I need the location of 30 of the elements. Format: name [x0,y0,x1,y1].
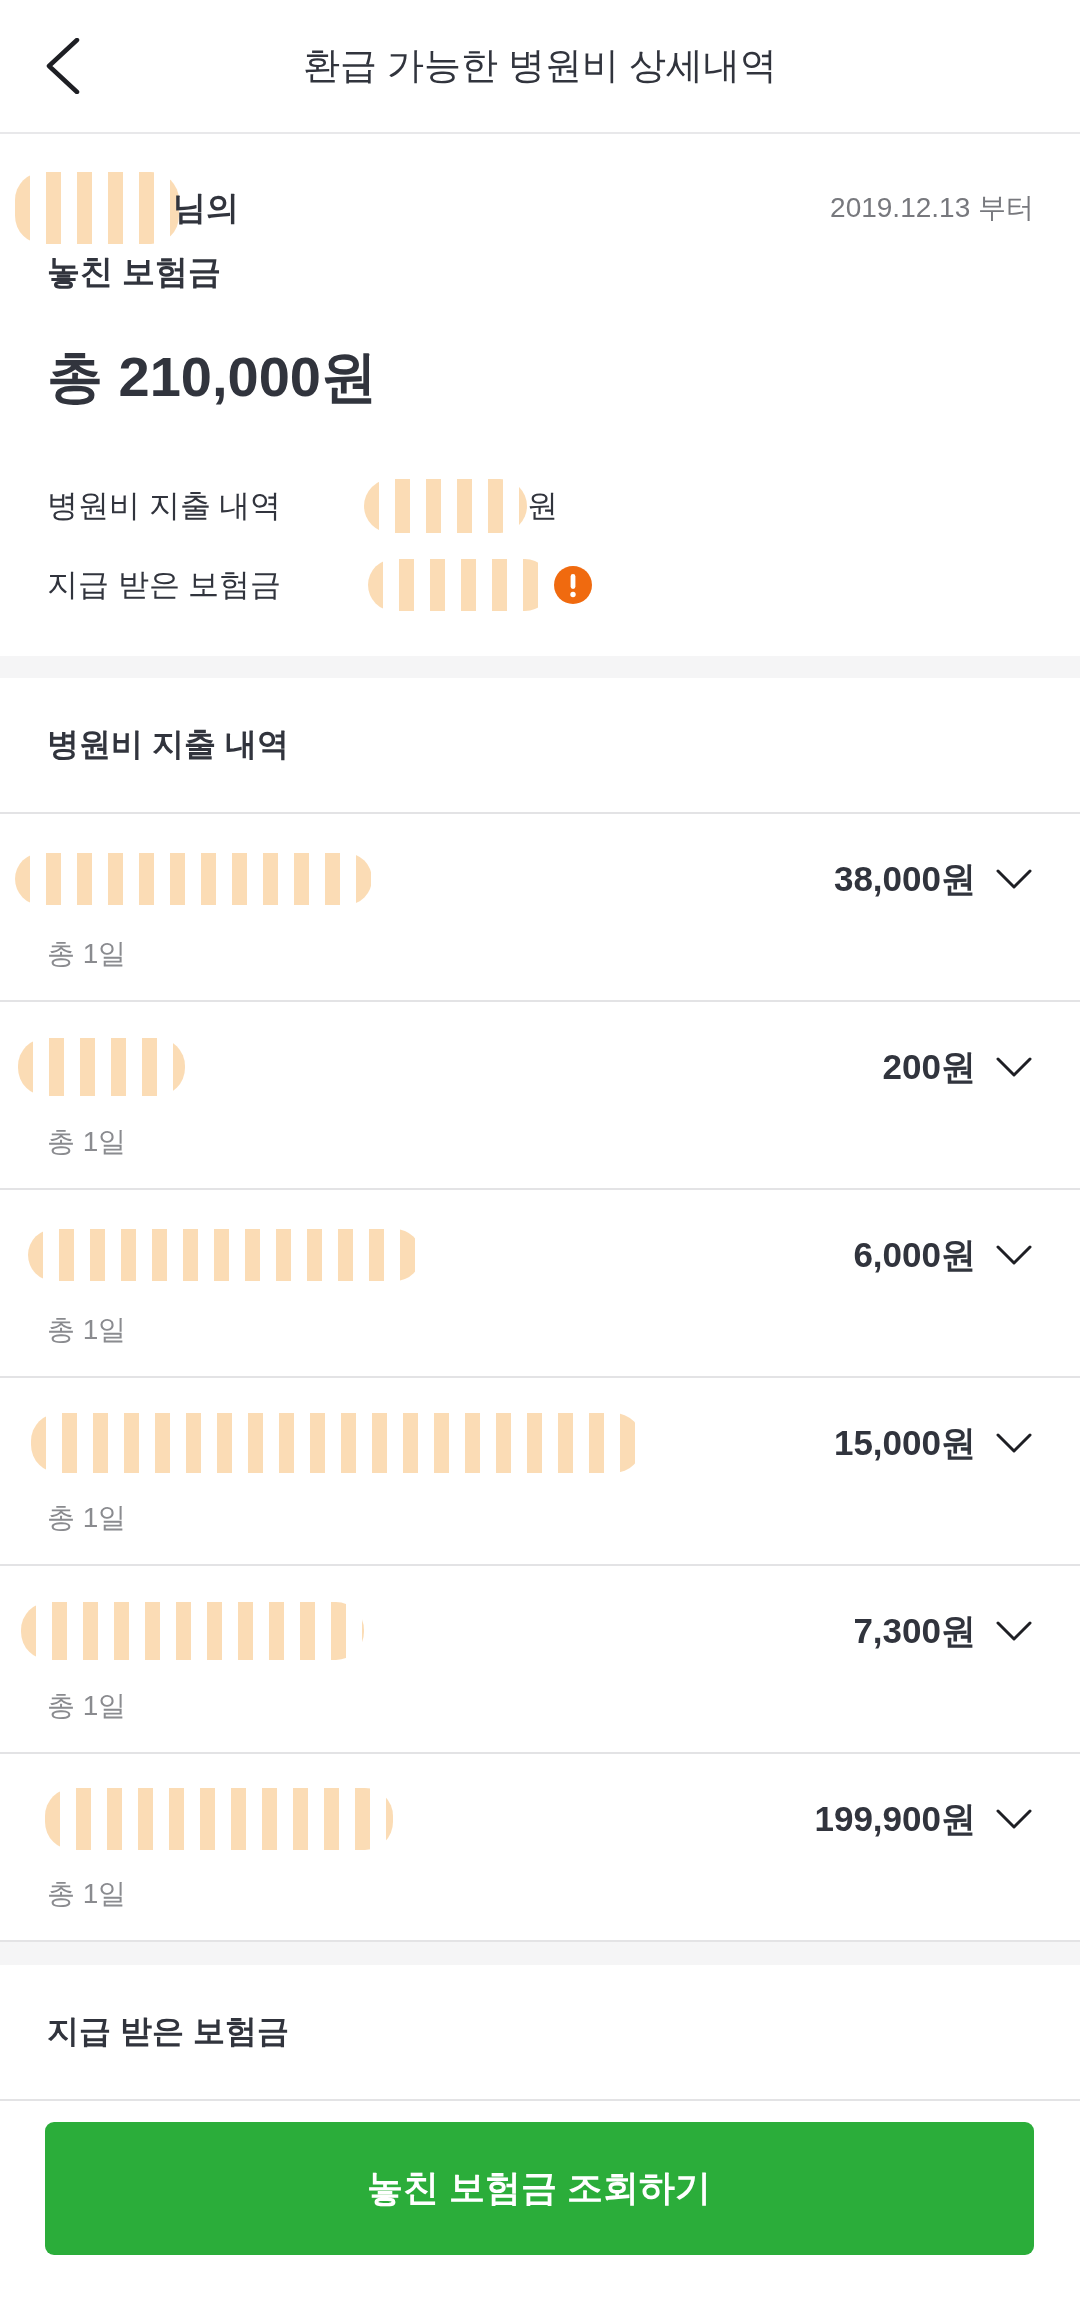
chevron-down-icon[interactable] [996,1809,1032,1829]
expense-days: 총 1일 [47,1310,127,1350]
expense-amount: 15,000원 [833,1421,976,1464]
detail-label: 지급 받은 보험금 [47,565,283,604]
detail-label: 병원비 지출 내역 [47,486,283,525]
greeting-text: 님의 [173,187,239,228]
chevron-down-icon[interactable] [996,869,1032,889]
expense-amount: 199,900원 [814,1797,976,1840]
summary-title: 놓친 보험금 [47,252,222,292]
chevron-down-icon[interactable] [996,1433,1032,1453]
expense-amount: 7,300원 [853,1609,976,1652]
check-insurance-button[interactable]: 놓친 보험금 조회하기 [45,2122,1034,2255]
total-amount: 총 210,000원 [47,344,377,410]
date-text: 2019.12.13 부터 [830,191,1034,225]
expense-days: 총 1일 [47,934,127,974]
expense-days: 총 1일 [47,1498,127,1538]
expense-days: 총 1일 [47,1686,127,1726]
detail-unit: 원 [527,486,558,525]
expense-amount: 200원 [882,1045,976,1088]
section-title: 지급 받은 보험금 [47,2012,289,2051]
expense-amount: 38,000원 [833,857,976,900]
chevron-down-icon[interactable] [996,1621,1032,1641]
section-title: 병원비 지출 내역 [47,725,289,764]
chevron-down-icon[interactable] [996,1245,1032,1265]
chevron-down-icon[interactable] [996,1057,1032,1077]
expense-days: 총 1일 [47,1122,127,1162]
expense-days: 총 1일 [47,1874,127,1914]
back-icon [46,38,80,94]
expense-amount: 6,000원 [853,1233,976,1276]
page-title: 환급 가능한 병원비 상세내역 [302,44,778,88]
